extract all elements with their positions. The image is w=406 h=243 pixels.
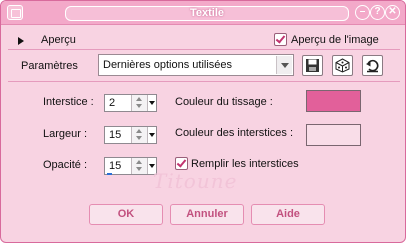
opacite-value[interactable]: 15 [109,160,121,172]
preview-toggle-label[interactable]: Aperçu [41,34,76,46]
random-dice-icon [335,58,350,73]
opacite-label: Opacité : [43,159,88,171]
level-indicator [107,173,112,175]
gap-color-swatch[interactable] [306,124,361,146]
increment-icon[interactable] [136,97,142,101]
stepper-arrows[interactable] [131,158,147,174]
divider [8,81,400,82]
presets-label: Paramètres [21,60,78,72]
title-bar[interactable]: Textile – ? ✕ [1,1,405,25]
presets-dropdown[interactable]: Dernières options utilisées [98,54,294,76]
slider-dropdown-icon[interactable] [147,127,156,143]
opacite-stepper[interactable]: 15 [104,157,157,175]
app-icon [7,5,23,20]
stepper-arrows[interactable] [131,127,147,143]
increment-icon[interactable] [136,160,142,164]
save-icon [306,59,319,72]
reset-icon [366,59,379,73]
slider-dropdown-icon[interactable] [147,95,156,111]
textile-dialog: Textile – ? ✕ Aperçu Aperçu de l'image P… [0,0,406,243]
interstice-label: Interstice : [43,96,94,108]
help-button[interactable]: Aide [251,204,325,225]
window-title: Textile [189,7,225,19]
divider [8,49,400,50]
expand-triangle-icon[interactable] [18,37,24,45]
gap-color-label: Couleur des interstices : [175,127,293,139]
decrement-icon[interactable] [136,167,142,171]
decrement-icon[interactable] [136,136,142,140]
presets-selected-value: Dernières options utilisées [103,59,233,71]
ok-button[interactable]: OK [89,204,163,225]
checkmark-icon [275,33,286,44]
stepper-arrows[interactable] [131,95,147,111]
increment-icon[interactable] [136,129,142,133]
preview-image-label: Aperçu de l'image [291,34,379,46]
interstice-value[interactable]: 2 [109,97,115,109]
decrement-icon[interactable] [136,104,142,108]
random-button[interactable] [332,55,353,76]
chevron-down-icon[interactable] [276,56,292,74]
watermark-signature: Titoune [153,169,238,193]
largeur-stepper[interactable]: 15 [104,126,157,144]
reset-button[interactable] [362,55,383,76]
checkmark-icon [176,157,187,168]
interstice-stepper[interactable]: 2 [104,94,157,112]
close-icon[interactable]: ✕ [385,5,400,20]
weave-color-swatch[interactable] [306,90,361,112]
save-preset-button[interactable] [302,55,323,76]
cancel-button[interactable]: Annuler [170,204,244,225]
preview-image-checkbox[interactable] [274,33,287,46]
help-icon[interactable]: ? [370,5,385,20]
title-field: Textile [65,6,349,21]
largeur-value[interactable]: 15 [109,129,121,141]
minimize-icon[interactable]: – [355,5,370,20]
weave-color-label: Couleur du tissage : [175,96,273,108]
largeur-label: Largeur : [43,128,88,140]
